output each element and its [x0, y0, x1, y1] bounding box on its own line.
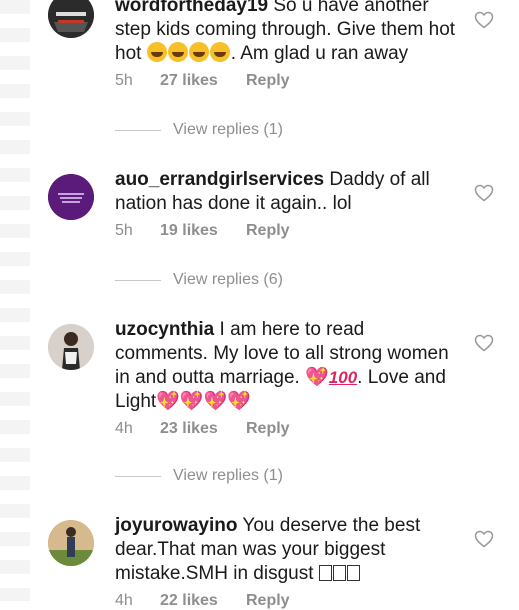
comment-text: uzocynthia I am here to read comments. M…: [115, 319, 449, 412]
avatar[interactable]: [48, 174, 94, 220]
divider-line: [115, 279, 161, 281]
comment-time: 4h: [115, 592, 133, 609]
comment-meta: 4h 22 likes Reply: [115, 592, 460, 610]
unsupported-emoji-icon: [346, 565, 360, 581]
comment-likes[interactable]: 23 likes: [160, 420, 246, 438]
heart-emoji-icon: 💖: [156, 391, 180, 412]
comment-username[interactable]: wordfortheday19: [115, 0, 268, 16]
avatar-image: [48, 0, 94, 38]
comment-meta: 4h 23 likes Reply: [115, 420, 460, 438]
avatar-image: [48, 324, 94, 370]
reply-button[interactable]: Reply: [246, 222, 290, 240]
reply-button[interactable]: Reply: [246, 592, 290, 610]
avatar-image: [48, 174, 94, 220]
comment-username[interactable]: joyurowayino: [115, 515, 237, 536]
view-replies-button[interactable]: View replies (1): [115, 121, 283, 139]
unsupported-emoji-icon: [332, 565, 346, 581]
left-edge-strip: [0, 0, 30, 601]
comment-username[interactable]: auo_errandgirlservices: [115, 169, 324, 190]
avatar-image: [48, 520, 94, 566]
unsupported-emoji-icon: [318, 565, 332, 581]
heart-emoji-icon: 💖: [305, 367, 329, 388]
comment-likes[interactable]: 22 likes: [160, 592, 246, 610]
laughing-emoji-icon: [146, 42, 167, 62]
comment-text: wordfortheday19 So u have another step k…: [115, 0, 460, 66]
divider-line: [115, 475, 161, 477]
view-replies-button[interactable]: View replies (1): [115, 467, 283, 485]
view-replies-button[interactable]: View replies (6): [115, 271, 283, 289]
laughing-emoji-icon: [209, 42, 230, 62]
comment-username[interactable]: uzocynthia: [115, 319, 214, 340]
comment-time: 5h: [115, 72, 133, 89]
comment-meta: 5h 27 likes Reply: [115, 72, 460, 90]
comment-text: auo_errandgirlservices Daddy of all nati…: [115, 169, 430, 214]
like-heart-icon[interactable]: [474, 11, 494, 29]
laughing-emoji-icon: [167, 42, 188, 62]
hundred-points-icon: 100: [328, 368, 358, 387]
comment-time: 5h: [115, 222, 133, 239]
avatar[interactable]: [48, 0, 94, 38]
divider-line: [115, 129, 161, 131]
heart-emoji-icon: 💖: [203, 391, 228, 412]
avatar[interactable]: [48, 520, 94, 566]
comment-likes[interactable]: 19 likes: [160, 222, 246, 240]
avatar[interactable]: [48, 324, 94, 370]
reply-button[interactable]: Reply: [246, 72, 290, 90]
comment-time: 4h: [115, 420, 133, 437]
laughing-emoji-icon: [188, 42, 209, 62]
like-heart-icon[interactable]: [474, 530, 494, 548]
heart-emoji-icon: 💖: [227, 391, 251, 412]
comment-likes[interactable]: 27 likes: [160, 72, 246, 90]
reply-button[interactable]: Reply: [246, 420, 290, 438]
like-heart-icon[interactable]: [474, 334, 494, 352]
comment-meta: 5h 19 likes Reply: [115, 222, 460, 240]
comment-text: joyurowayino You deserve the best dear.T…: [115, 515, 421, 584]
like-heart-icon[interactable]: [474, 184, 494, 202]
heart-emoji-icon: 💖: [179, 391, 204, 412]
